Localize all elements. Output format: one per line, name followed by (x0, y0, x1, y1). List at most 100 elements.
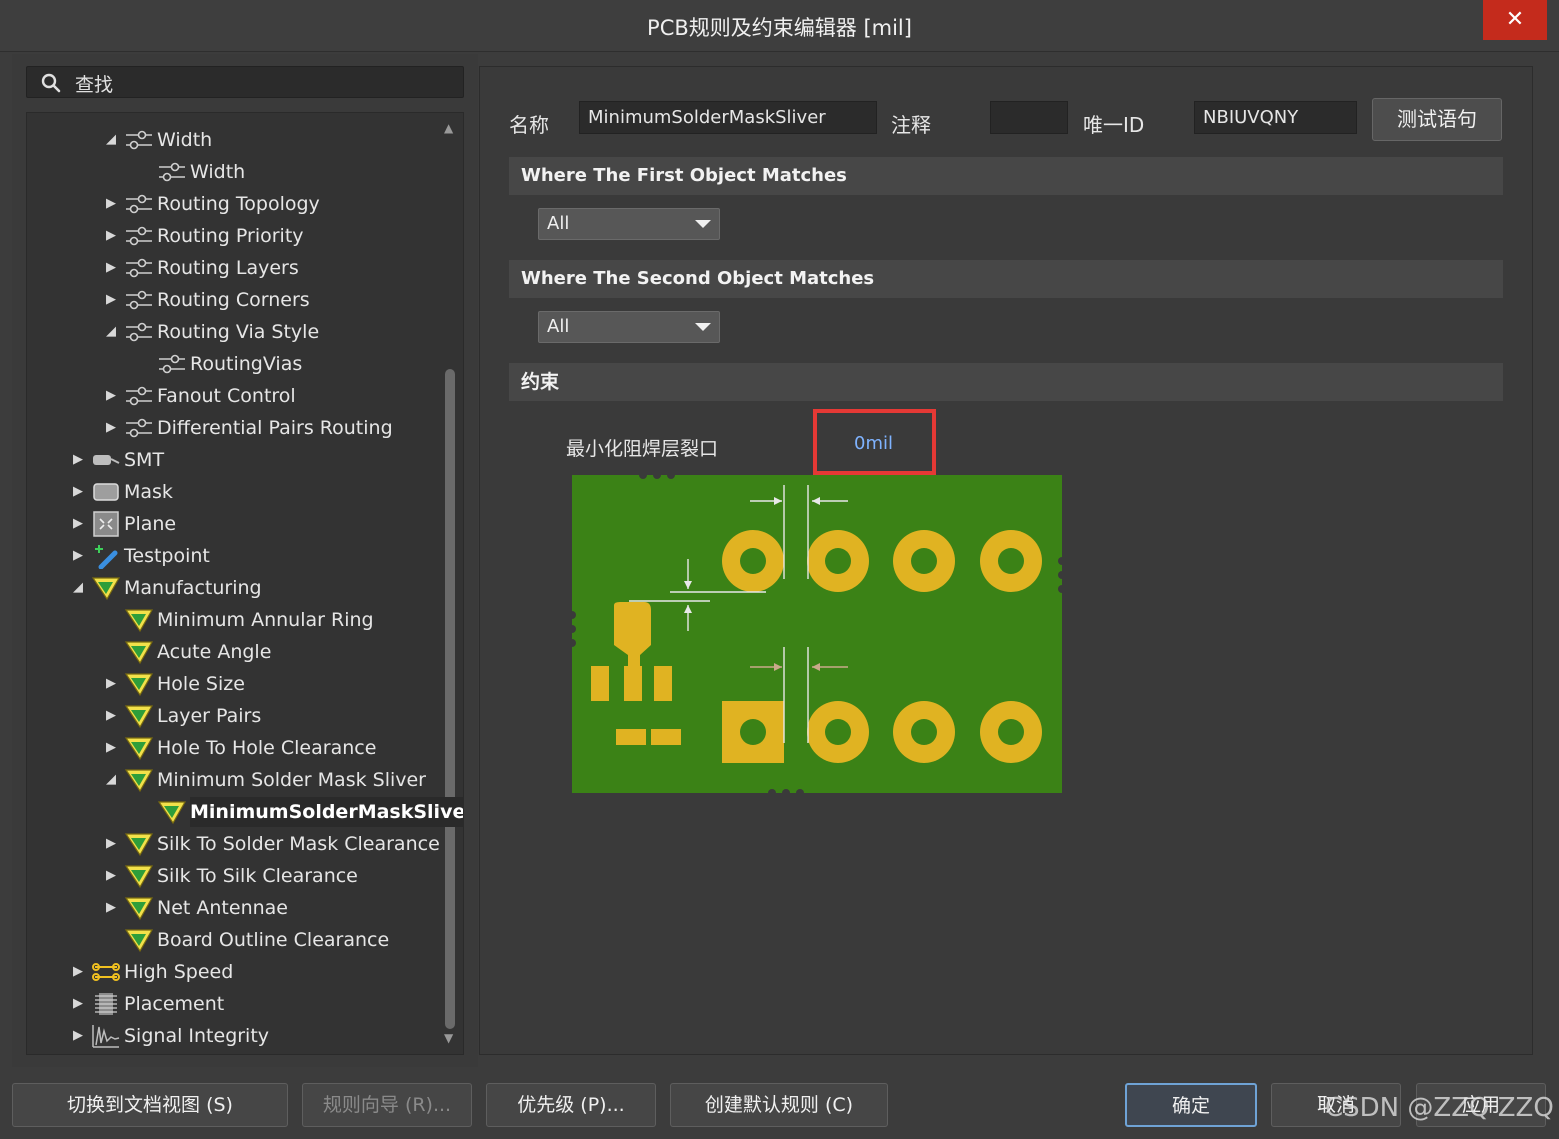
manufacturing-icon (124, 735, 154, 761)
tree-item[interactable]: MinimumSolderMaskSliver (27, 797, 463, 827)
dropdown-caret-icon (695, 220, 711, 228)
collapse-arrow-icon[interactable]: ▶ (71, 1021, 85, 1051)
tree-item[interactable]: Width (27, 157, 437, 187)
tree-item-label: Silk To Solder Mask Clearance (157, 833, 440, 855)
name-input[interactable]: MinimumSolderMaskSliver (579, 101, 877, 134)
collapse-arrow-icon[interactable]: ▶ (71, 509, 85, 539)
manufacturing-icon (124, 607, 154, 633)
tree-item[interactable]: ◢ Width (27, 125, 437, 155)
collapse-arrow-icon[interactable]: ▶ (104, 893, 118, 923)
manufacturing-icon (124, 671, 154, 697)
collapse-arrow-icon[interactable]: ▶ (104, 285, 118, 315)
routing-rule-icon (124, 191, 154, 217)
tree-item[interactable]: Acute Angle (27, 637, 437, 667)
priorities-button[interactable]: 优先级 (P)... (486, 1083, 656, 1127)
tree-item[interactable]: ▶ Routing Layers (27, 253, 437, 283)
tree-item[interactable]: Minimum Annular Ring (27, 605, 437, 635)
tree-item[interactable]: ◢ Manufacturing (27, 573, 437, 603)
second-object-value: All (547, 316, 570, 337)
routing-rule-icon (124, 223, 154, 249)
expand-arrow-icon[interactable]: ◢ (104, 317, 118, 347)
scroll-up-arrow-icon[interactable]: ▲ (444, 121, 458, 135)
collapse-arrow-icon[interactable]: ▶ (104, 189, 118, 219)
collapse-arrow-icon[interactable]: ▶ (104, 733, 118, 763)
create-default-rules-button[interactable]: 创建默认规则 (C) (670, 1083, 888, 1127)
expand-arrow-icon[interactable]: ◢ (104, 125, 118, 155)
tree-item[interactable]: ▶ Hole Size (27, 669, 437, 699)
tree-item[interactable]: ▶ Layer Pairs (27, 701, 437, 731)
ok-button[interactable]: 确定 (1125, 1083, 1257, 1127)
close-button[interactable]: ✕ (1483, 0, 1547, 40)
tree-item-label: High Speed (124, 961, 234, 983)
tree-item[interactable]: ▶ Plane (27, 509, 437, 539)
tree-item[interactable]: ▶ Differential Pairs Routing (27, 413, 437, 443)
collapse-arrow-icon[interactable]: ▶ (71, 541, 85, 571)
collapse-arrow-icon[interactable]: ▶ (104, 669, 118, 699)
test-query-button[interactable]: 测试语句 (1372, 98, 1502, 141)
tree-item[interactable]: ▶ Signal Integrity (27, 1021, 437, 1051)
tree-item[interactable]: ▶ Silk To Solder Mask Clearance (27, 829, 440, 859)
first-object-value: All (547, 213, 570, 234)
tree-item-label: Signal Integrity (124, 1025, 270, 1047)
manufacturing-icon (124, 639, 154, 665)
rule-wizard-button[interactable]: 规则向导 (R)... (302, 1083, 472, 1127)
collapse-arrow-icon[interactable]: ▶ (104, 253, 118, 283)
tree-item[interactable]: ▶ Routing Corners (27, 285, 437, 315)
scroll-thumb[interactable] (445, 369, 455, 1029)
tree-item[interactable]: ▶ Routing Priority (27, 221, 437, 251)
collapse-arrow-icon[interactable]: ▶ (104, 381, 118, 411)
second-object-dropdown[interactable]: All (538, 311, 720, 343)
unique-id-input[interactable]: NBIUVQNY (1194, 101, 1357, 134)
collapse-arrow-icon[interactable]: ▶ (71, 989, 85, 1019)
search-box[interactable]: 查找 (26, 66, 464, 98)
min-solder-mask-sliver-value[interactable]: 0mil (854, 433, 893, 454)
tree-item-label: Placement (124, 993, 225, 1015)
collapse-arrow-icon[interactable]: ▶ (104, 829, 118, 859)
dropdown-caret-icon (695, 323, 711, 331)
collapse-arrow-icon[interactable]: ▶ (71, 957, 85, 987)
routing-rule-icon (124, 415, 154, 441)
tree-item[interactable]: RoutingVias (27, 349, 437, 379)
switch-to-document-view-button[interactable]: 切换到文档视图 (S) (12, 1083, 288, 1127)
solder-mask-sliver-diagram (572, 475, 1062, 793)
tree-item[interactable]: Board Outline Clearance (27, 925, 437, 955)
collapse-arrow-icon[interactable]: ▶ (104, 861, 118, 891)
scroll-down-arrow-icon[interactable]: ▼ (444, 1031, 458, 1045)
tree-item[interactable]: ▶ Hole To Hole Clearance (27, 733, 437, 763)
expand-arrow-icon[interactable]: ◢ (71, 573, 85, 603)
collapse-arrow-icon[interactable]: ▶ (104, 413, 118, 443)
tree-item[interactable]: ▶ Routing Topology (27, 189, 437, 219)
manufacturing-icon (124, 767, 154, 793)
manufacturing-icon (91, 575, 121, 601)
title-bar: PCB规则及约束编辑器 [mil] ✕ (0, 0, 1559, 52)
collapse-arrow-icon[interactable]: ▶ (71, 477, 85, 507)
tree-item[interactable]: ▶ Testpoint (27, 541, 437, 571)
unique-id-label: 唯一ID (1083, 113, 1145, 137)
high-speed-icon (91, 959, 121, 985)
tree-item-label: Differential Pairs Routing (157, 417, 393, 439)
tree-item[interactable]: ▶ SMT (27, 445, 437, 475)
collapse-arrow-icon[interactable]: ▶ (71, 445, 85, 475)
tree-item[interactable]: ▶ Placement (27, 989, 437, 1019)
mask-icon (91, 479, 121, 505)
tree-item[interactable]: ▶ Silk To Silk Clearance (27, 861, 437, 891)
expand-arrow-icon[interactable]: ◢ (104, 765, 118, 795)
first-object-dropdown[interactable]: All (538, 208, 720, 240)
tree-item[interactable]: ▶ Mask (27, 477, 437, 507)
tree-item-label: Mask (124, 481, 173, 503)
tree-item[interactable]: ▶ Fanout Control (27, 381, 437, 411)
rule-editor-panel: 名称 MinimumSolderMaskSliver 注释 唯一ID NBIUV… (479, 66, 1533, 1055)
tree-item-label: Board Outline Clearance (157, 929, 390, 951)
window-title: PCB规则及约束编辑器 [mil] (647, 16, 912, 40)
tree-item[interactable]: ▶ Net Antennae (27, 893, 437, 923)
tree-item-label: Routing Via Style (157, 321, 320, 343)
rules-tree[interactable]: ▲ ▼ ◢ Width Width ▶ Routing Topology ▶ Routing… (26, 112, 464, 1055)
tree-item[interactable]: ◢ Minimum Solder Mask Sliver (27, 765, 437, 795)
second-object-header: Where The Second Object Matches (509, 260, 1503, 298)
comment-input[interactable] (990, 101, 1068, 134)
tree-item[interactable]: ◢ Routing Via Style (27, 317, 437, 347)
collapse-arrow-icon[interactable]: ▶ (104, 221, 118, 251)
tree-item[interactable]: ▶ High Speed (27, 957, 437, 987)
tree-scrollbar[interactable]: ▲ ▼ (440, 113, 462, 1053)
collapse-arrow-icon[interactable]: ▶ (104, 701, 118, 731)
